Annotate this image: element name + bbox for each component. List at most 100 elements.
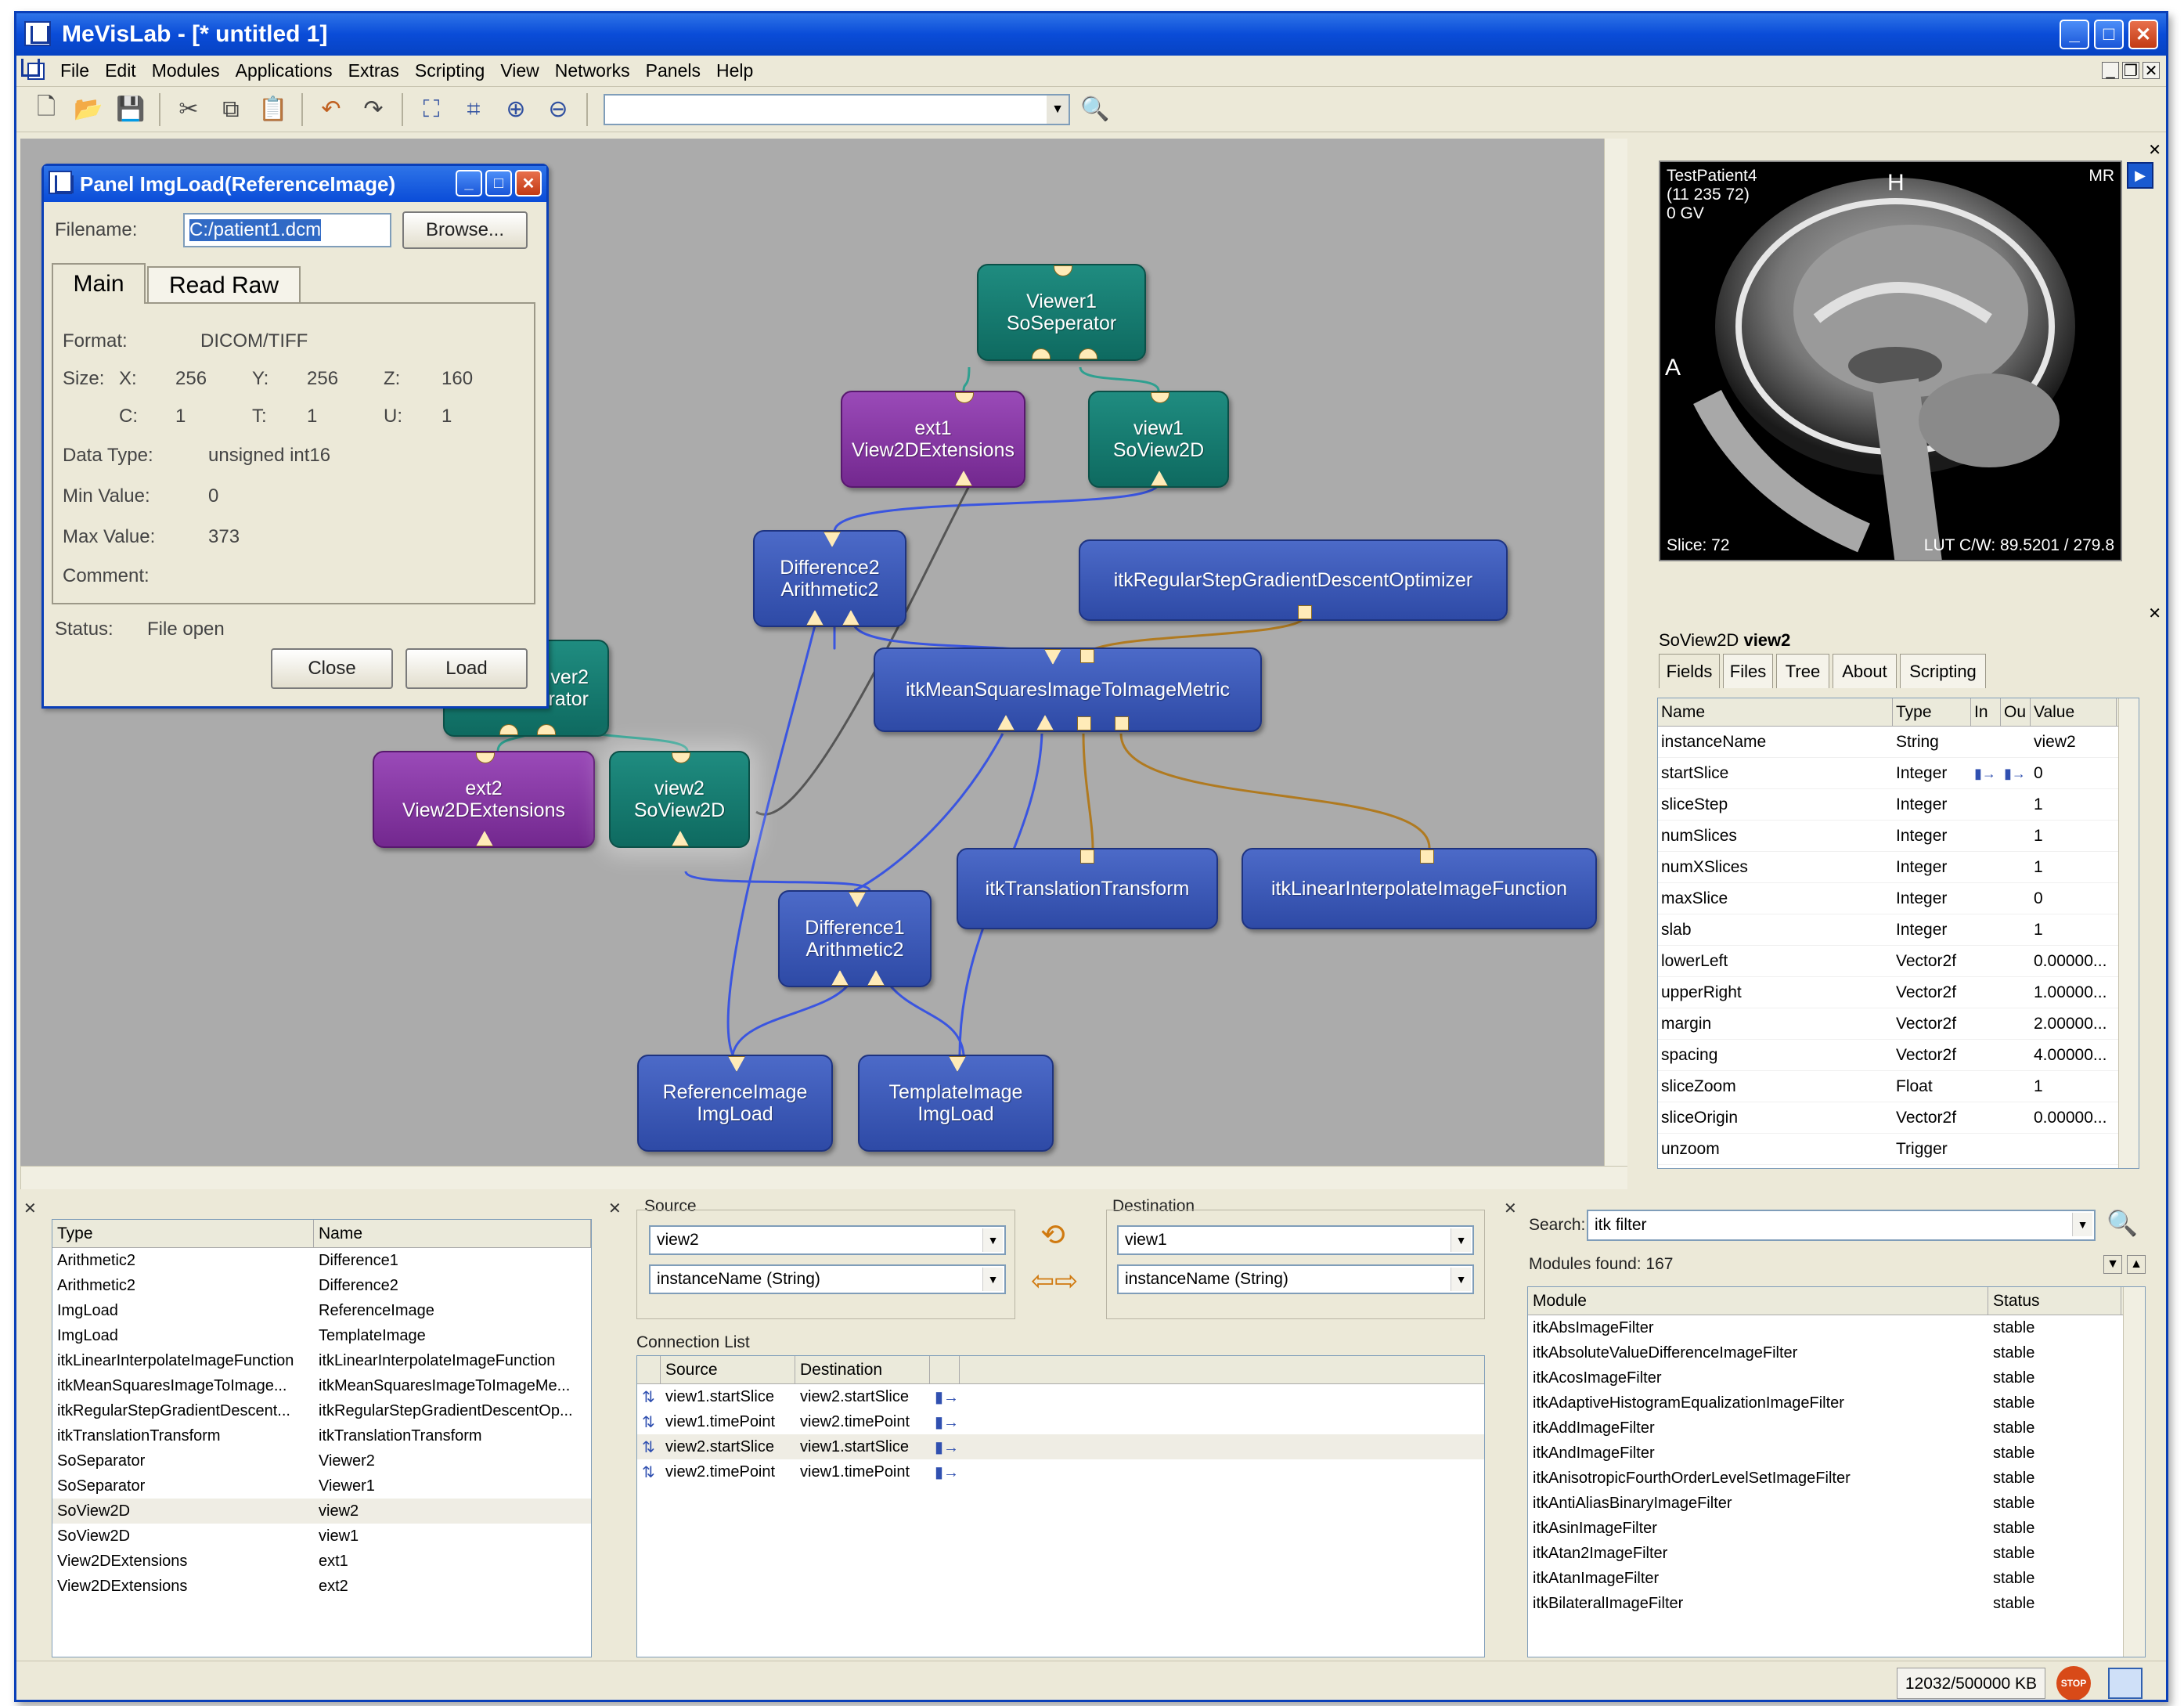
chevron-down-icon[interactable]: ▼ [2072, 1213, 2092, 1236]
table-row[interactable]: itkMeanSquaresImageToImage... itkMeanSqua… [52, 1373, 591, 1398]
input-port[interactable] [672, 752, 690, 763]
module-ext1[interactable]: ext1 View2DExtensions [841, 391, 1025, 488]
list-item[interactable]: itkAbsoluteValueDifferenceImageFilter sta… [1528, 1340, 2145, 1365]
field-value[interactable]: 1 [2031, 795, 2117, 814]
tab-main[interactable]: Main [52, 263, 146, 304]
search-icon[interactable]: 🔍 [1078, 92, 1112, 127]
field-row[interactable]: numSlices Integer 1 [1658, 821, 2139, 852]
source-field-select[interactable]: instanceName (String) ▼ [649, 1264, 1006, 1294]
output-port[interactable] [1080, 849, 1094, 864]
connect-arrows-icon[interactable]: ⇦⇨ [1031, 1264, 1078, 1297]
field-row[interactable]: sliceZoom Float 1 [1658, 1071, 2139, 1102]
output-port[interactable] [949, 1056, 966, 1072]
table-row[interactable]: itkLinearInterpolateImageFunction itkLine… [52, 1348, 591, 1373]
table-row[interactable]: View2DExtensions ext2 [52, 1574, 591, 1599]
cut-icon[interactable]: ✂ [171, 92, 206, 127]
input-port[interactable] [1080, 649, 1094, 663]
redo-icon[interactable]: ↷ [356, 92, 391, 127]
close-button[interactable]: ✕ [2128, 20, 2158, 49]
menu-panels[interactable]: Panels [638, 60, 708, 81]
browse-button[interactable]: Browse... [402, 211, 528, 249]
field-value[interactable]: 1 [2031, 827, 2117, 846]
table-row[interactable]: itkRegularStepGradientDescent... itkRegul… [52, 1398, 591, 1423]
dest-field-select[interactable]: instanceName (String) ▼ [1117, 1264, 1474, 1294]
field-row[interactable]: unzoom Trigger [1658, 1134, 2139, 1165]
col-name[interactable]: Name [1658, 698, 1893, 726]
copy-icon[interactable]: ⧉ [214, 92, 248, 127]
input-port[interactable] [997, 715, 1015, 730]
tab-files[interactable]: Files [1723, 654, 1773, 688]
mdi-restore-button[interactable]: ❐ [2122, 62, 2139, 80]
col-status[interactable]: Status [1988, 1287, 2121, 1315]
module-difference1[interactable]: Difference1 Arithmetic2 [778, 890, 932, 987]
swap-icon[interactable]: ⟲ [1040, 1217, 1065, 1253]
menu-networks[interactable]: Networks [547, 60, 638, 81]
field-row[interactable]: spacing Vector2f 4.00000... [1658, 1040, 2139, 1071]
output-port[interactable] [1032, 348, 1051, 359]
module-translation[interactable]: itkTranslationTransform [957, 848, 1218, 929]
output-port[interactable] [476, 831, 493, 846]
connection-row[interactable]: ⇅ view2.timePoint view1.timePoint ▮→ [637, 1459, 1484, 1484]
input-port[interactable] [476, 752, 495, 763]
menu-view[interactable]: View [492, 60, 546, 81]
field-row[interactable]: slab Integer 1 [1658, 914, 2139, 946]
chevron-down-icon[interactable]: ▼ [1451, 1268, 1471, 1291]
list-item[interactable]: itkAntiAliasBinaryImageFilter stable [1528, 1491, 2145, 1516]
field-row[interactable]: sliceStep Integer 1 [1658, 789, 2139, 821]
module-optimizer[interactable]: itkRegularStepGradientDescentOptimizer [1079, 539, 1508, 621]
list-item[interactable]: itkAbsImageFilter stable [1528, 1315, 2145, 1340]
col-type[interactable]: Type [1893, 698, 1971, 726]
output-port[interactable] [728, 1056, 745, 1072]
col-source[interactable]: Source [661, 1356, 795, 1383]
module-search-combo[interactable]: ▼ [604, 93, 1070, 125]
table-row[interactable]: SoSeparator Viewer2 [52, 1448, 591, 1473]
field-value[interactable]: 1 [2031, 858, 2117, 877]
output-port[interactable] [849, 892, 866, 907]
field-value[interactable]: 0 [2031, 764, 2117, 783]
input-port[interactable] [867, 970, 885, 986]
source-module-select[interactable]: view2 ▼ [649, 1225, 1006, 1255]
field-value[interactable]: 1.00000... [2031, 983, 2117, 1002]
save-icon[interactable]: 💾 [114, 92, 148, 127]
col-value[interactable]: Value [2031, 698, 2117, 726]
table-row[interactable]: ImgLoad TemplateImage [52, 1323, 591, 1348]
field-row[interactable]: numXSlices Integer 1 [1658, 852, 2139, 883]
module-difference2[interactable]: Difference2 Arithmetic2 [753, 530, 906, 627]
output-port[interactable] [1079, 348, 1097, 359]
list-item[interactable]: itkAcosImageFilter stable [1528, 1365, 2145, 1390]
field-row[interactable]: maxSlice Integer 0 [1658, 883, 2139, 914]
mdi-minimize-button[interactable]: _ [2102, 62, 2119, 79]
zoom-in-icon[interactable]: ⊕ [499, 92, 533, 127]
input-port[interactable] [1115, 716, 1129, 730]
field-value[interactable]: 0.00000... [2031, 1109, 2117, 1127]
table-row[interactable]: View2DExtensions ext1 [52, 1549, 591, 1574]
list-item[interactable]: itkAsinImageFilter stable [1528, 1516, 2145, 1541]
connection-row[interactable]: ⇅ view1.startSlice view2.startSlice ▮→ [637, 1384, 1484, 1409]
output-port[interactable] [955, 471, 972, 486]
tab-tree[interactable]: Tree [1776, 654, 1829, 688]
canvas-horizontal-scrollbar[interactable] [20, 1166, 1627, 1189]
chevron-down-icon[interactable]: ▼ [1451, 1228, 1471, 1252]
console-icon[interactable] [2108, 1668, 2143, 1699]
module-reference-image[interactable]: ReferenceImage ImgLoad [637, 1055, 833, 1152]
panel-minimize-button[interactable]: _ [456, 170, 482, 197]
field-value[interactable]: 2.00000... [2031, 1015, 2117, 1033]
output-port[interactable] [824, 532, 841, 547]
close-icon[interactable]: ✕ [608, 1199, 622, 1218]
zoom-out-icon[interactable]: ⊖ [541, 92, 575, 127]
table-row[interactable]: itkTranslationTransform itkTranslationTra… [52, 1423, 591, 1448]
col-name[interactable]: Name [314, 1220, 591, 1247]
table-row[interactable]: Arithmetic2 Difference2 [52, 1273, 591, 1298]
col-type[interactable]: Type [52, 1220, 314, 1247]
col-out[interactable]: Ou [2001, 698, 2031, 726]
close-icon[interactable]: ✕ [1504, 1199, 1517, 1218]
fields-scrollbar[interactable] [2118, 698, 2139, 1168]
panel-close-button[interactable]: ✕ [515, 170, 542, 197]
new-file-icon[interactable]: 🗋 [29, 92, 63, 127]
input-port[interactable] [842, 610, 860, 626]
output-port[interactable] [672, 831, 689, 846]
list-item[interactable]: itkAdaptiveHistogramEqualizationImageFil… [1528, 1390, 2145, 1416]
menu-extras[interactable]: Extras [341, 60, 407, 81]
tab-read-raw[interactable]: Read Raw [147, 266, 301, 304]
list-item[interactable]: itkAndImageFilter stable [1528, 1441, 2145, 1466]
